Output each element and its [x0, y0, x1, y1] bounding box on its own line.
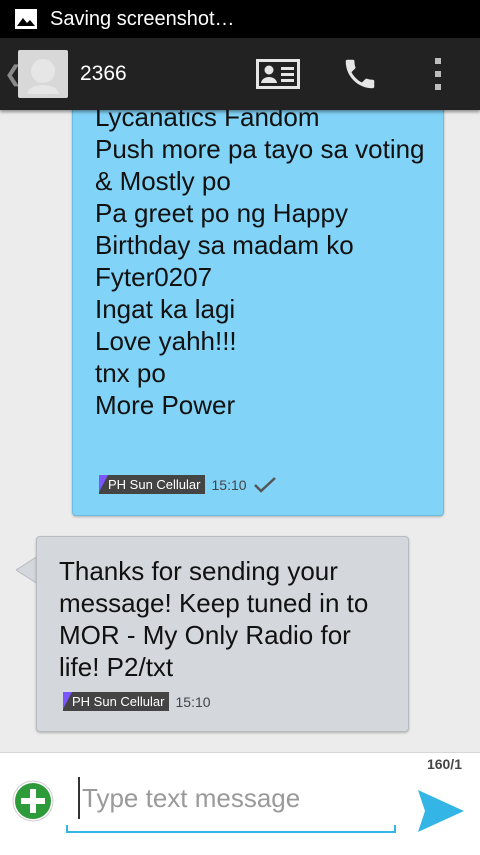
overflow-menu-icon [435, 58, 441, 90]
chevron-left-icon[interactable]: ❮ [4, 61, 22, 87]
image-icon [15, 9, 37, 29]
message-time: 15:10 [211, 476, 247, 493]
message-input[interactable] [78, 777, 394, 819]
phone-icon [345, 59, 375, 89]
avatar[interactable] [18, 50, 68, 98]
incoming-message-bubble[interactable]: Thanks for sending your message! Keep tu… [36, 536, 409, 732]
sent-check-icon [253, 476, 276, 493]
contact-card-icon [256, 59, 300, 89]
overflow-menu-button[interactable] [428, 38, 448, 110]
bubble-tail [16, 556, 38, 584]
carrier-flag-icon [63, 692, 72, 709]
message-text: Thanks for sending your message! Keep tu… [59, 556, 369, 682]
compose-bar: 160/1 [0, 752, 480, 855]
message-meta: PH Sun Cellular 15:10 [63, 692, 211, 711]
view-contact-button[interactable] [256, 38, 300, 110]
carrier-name: PH Sun Cellular [72, 694, 165, 709]
call-button[interactable] [338, 38, 382, 110]
character-counter: 160/1 [426, 756, 462, 772]
carrier-flag-icon [99, 475, 108, 492]
message-meta: PH Sun Cellular 15:10 [99, 475, 277, 494]
outgoing-message-bubble[interactable]: Lycanatics Fandom Push more pa tayo sa v… [72, 110, 444, 516]
carrier-badge: PH Sun Cellular [63, 692, 169, 711]
status-text: Saving screenshot… [50, 7, 235, 30]
message-list[interactable]: Lycanatics Fandom Push more pa tayo sa v… [0, 110, 480, 752]
status-bar: Saving screenshot… [0, 0, 480, 38]
message-time: 15:10 [175, 693, 211, 710]
compose-field [66, 771, 396, 833]
carrier-name: PH Sun Cellular [108, 477, 201, 492]
contact-name: 2366 [80, 62, 127, 85]
default-avatar-icon [27, 59, 59, 94]
carrier-badge: PH Sun Cellular [99, 475, 205, 494]
message-text: Lycanatics Fandom Push more pa tayo sa v… [95, 110, 425, 420]
action-bar: ❮ 2366 [0, 38, 480, 110]
attach-plus-icon[interactable] [12, 780, 54, 822]
send-icon[interactable] [416, 788, 466, 834]
